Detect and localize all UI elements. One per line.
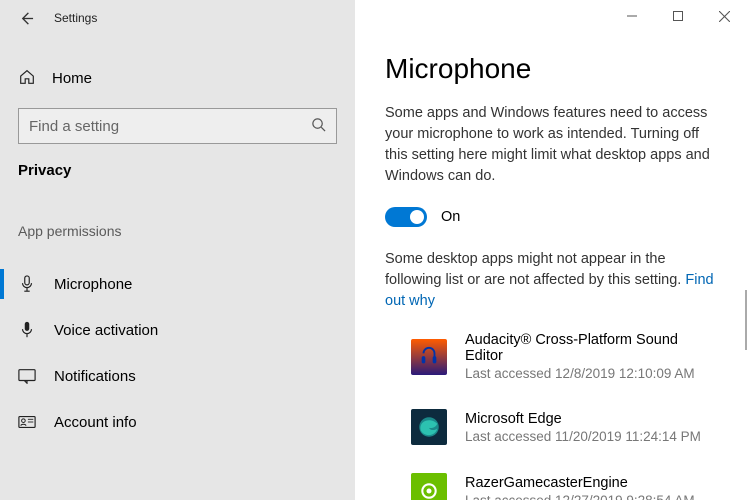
content-pane: Microphone Some apps and Windows feature… [355, 0, 747, 500]
sidebar-item-label: Account info [54, 414, 137, 431]
section-group-label: App permissions [0, 223, 355, 239]
search-icon [311, 117, 326, 135]
sidebar-item-label: Notifications [54, 368, 136, 385]
home-icon [18, 68, 36, 89]
page-title: Microphone [385, 53, 717, 85]
minimize-button[interactable] [609, 0, 655, 32]
app-list: Audacity® Cross-Platform Sound Editor La… [385, 332, 717, 500]
sidebar-item-label: Voice activation [54, 322, 158, 339]
app-name: Microsoft Edge [465, 411, 701, 427]
intro-text: Some apps and Windows features need to a… [385, 103, 717, 187]
titlebar-left: Settings [0, 0, 355, 36]
microphone-icon [18, 275, 36, 293]
app-icon-razer [411, 473, 447, 500]
app-row: Microsoft Edge Last accessed 11/20/2019 … [385, 409, 717, 445]
notifications-icon [18, 368, 36, 384]
titlebar-right [355, 0, 747, 33]
app-icon-audacity [411, 339, 447, 375]
desktop-apps-note: Some desktop apps might not appear in th… [385, 249, 717, 312]
app-icon-edge [411, 409, 447, 445]
search-input[interactable] [29, 118, 311, 135]
sidebar: Settings Home Privacy App permissions Mi… [0, 0, 355, 500]
maximize-button[interactable] [655, 0, 701, 32]
sidebar-item-notifications[interactable]: Notifications [0, 353, 355, 399]
app-name: Audacity® Cross-Platform Sound Editor [465, 332, 717, 364]
home-nav[interactable]: Home [0, 58, 355, 98]
app-meta: Last accessed 12/27/2019 9:28:54 AM [465, 493, 695, 500]
microphone-toggle[interactable] [385, 207, 427, 227]
app-meta: Last accessed 11/20/2019 11:24:14 PM [465, 429, 701, 444]
close-button[interactable] [701, 0, 747, 32]
app-row: RazerGamecasterEngine Last accessed 12/2… [385, 473, 717, 500]
window-title: Settings [54, 11, 97, 25]
sidebar-item-account-info[interactable]: Account info [0, 399, 355, 445]
note-text: Some desktop apps might not appear in th… [385, 251, 685, 288]
app-row: Audacity® Cross-Platform Sound Editor La… [385, 332, 717, 381]
app-name: RazerGamecasterEngine [465, 475, 695, 491]
current-section: Privacy [0, 144, 355, 179]
sidebar-item-microphone[interactable]: Microphone [0, 261, 355, 307]
account-icon [18, 415, 36, 429]
toggle-state-label: On [441, 209, 460, 225]
voice-icon [18, 321, 36, 339]
sidebar-item-voice-activation[interactable]: Voice activation [0, 307, 355, 353]
nav-list: Microphone Voice activation Notification… [0, 261, 355, 445]
search-box[interactable] [18, 108, 337, 144]
home-label: Home [52, 70, 92, 87]
back-icon[interactable] [18, 10, 34, 26]
sidebar-item-label: Microphone [54, 276, 132, 293]
app-meta: Last accessed 12/8/2019 12:10:09 AM [465, 366, 717, 381]
